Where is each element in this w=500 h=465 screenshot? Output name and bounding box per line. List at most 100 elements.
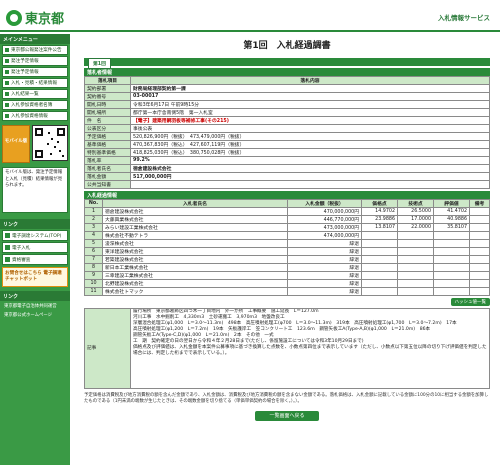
bid-cell: 473,000,000円: [287, 223, 362, 232]
summary-table: 落札項目 落札内容 契約部署 財務局経理部契約第一課 契約番号 03-00017 開札…: [84, 76, 490, 189]
mobile-button[interactable]: モバイル版: [2, 125, 30, 163]
bid-cell: 5: [84, 239, 103, 248]
logo-text: 東京都: [25, 12, 65, 27]
row-value: 事後公表: [130, 124, 490, 133]
tokyo-emblem-icon: [6, 9, 22, 26]
tab-round-1[interactable]: 第1回: [88, 58, 111, 69]
bid-cell: 辞退: [287, 255, 362, 264]
link-denshi-chotatsu[interactable]: 電子調達システム(TOP): [2, 230, 68, 241]
bid-cell: 東洋建設株式会社: [102, 247, 288, 256]
remarks-text: 履行場所 東京都葛飾区四つ木一丁目地内 外一か所 工事概要 施工延長 L＝127…: [130, 308, 490, 389]
bid-cell: [469, 255, 490, 264]
sidebar-item-shikaku[interactable]: 入札参加資格情報: [2, 111, 68, 121]
tokyo-logo[interactable]: 東京都: [6, 8, 64, 27]
bid-cell: 株式会社不動テトラ: [102, 231, 288, 240]
back-to-list-button[interactable]: 一覧画面へ戻る: [255, 411, 319, 421]
sidebar-bottom-title: リンク: [0, 291, 70, 301]
mobile-note: モバイル版は、発注予定情報と入札（見積）結果情報が見られます。: [2, 167, 68, 213]
bid-cell: [469, 287, 490, 296]
chatbot-banner[interactable]: お問合せはこちら 電子調達チャットボット: [2, 267, 68, 287]
bid-cell: [397, 279, 434, 288]
bid-cell: [397, 255, 434, 264]
row-value: 470,367,830円（税込） 427,607,119円（税抜）: [130, 140, 490, 149]
bid-cell: [469, 271, 490, 280]
link-tokyo-official[interactable]: 東京都公式ホームページ: [2, 311, 68, 319]
bid-cell: 徳倉建設株式会社: [102, 207, 288, 216]
link-shikaku-shinsa[interactable]: 資格審査: [2, 254, 68, 265]
table-row: 6 東洋建設株式会社 辞退: [84, 247, 490, 256]
link-kyodo-unei[interactable]: 東京都電子自治体共同運営: [2, 302, 68, 310]
bid-cell: [397, 239, 434, 248]
table-row: 7 若築建設株式会社 辞退: [84, 255, 490, 264]
bid-cell: 8: [84, 263, 103, 272]
bid-cell: 470,000,000円: [287, 207, 362, 216]
bid-cell: 14.9702: [361, 207, 398, 216]
row-label: 落札金額: [84, 172, 131, 181]
bid-cell: [433, 231, 470, 240]
bid-cell: [361, 279, 398, 288]
bids-col-note: 備考: [469, 199, 490, 208]
sidebar-item-meibo[interactable]: 入札参加資格者名簿: [2, 100, 68, 110]
bid-cell: 大藤興業株式会社: [102, 215, 288, 224]
sidebar-item-yotei[interactable]: 発注予定情報: [2, 56, 68, 66]
row-label: 開札日時: [84, 100, 131, 109]
mobile-section: モバイル版: [2, 125, 68, 163]
row-label: 落札者氏名: [84, 164, 131, 173]
main-content: 第1回 入札経過調書 第1回 落札者情報 落札項目 落札内容 契約部署 財務局経理部…: [84, 34, 490, 421]
bid-cell: 4: [84, 231, 103, 240]
row-label: 契約番号: [84, 92, 131, 101]
sidebar-item-kekka[interactable]: 入札・見積・結果情報: [2, 78, 68, 88]
row-value: 令和3年6月17日 午前9時15分: [130, 100, 490, 109]
bid-cell: [361, 231, 398, 240]
bid-cell: [361, 239, 398, 248]
row-label: 特別基準価格: [84, 148, 131, 157]
bid-cell: [433, 279, 470, 288]
bid-cell: [469, 207, 490, 216]
table-row: 9 三幸建設工業株式会社 辞退: [84, 271, 490, 280]
bid-cell: 474,000,000円: [287, 231, 362, 240]
bid-cell: [397, 287, 434, 296]
bid-cell: 株式会社トマック: [102, 287, 288, 296]
bid-cell: 10: [84, 279, 103, 288]
row-value: 都庁第一本庁舎南側5階 第一入札室: [130, 108, 490, 117]
bid-cell: [433, 263, 470, 272]
link-denshi-nyusatsu[interactable]: 電子入札: [2, 242, 68, 253]
bid-cell: [469, 215, 490, 224]
row-label: 件 名: [84, 116, 131, 125]
bids-table: No. 入札者氏名 入札金額（税抜） 価格点 技術点 評価値 備考 1 徳倉建設株…: [84, 199, 490, 296]
table-row: 1 徳倉建設株式会社 470,000,000円 14.9702 26.5000 41.47…: [84, 207, 490, 216]
table-row: 3 みらい建設工業株式会社 473,000,000円 13.8107 22.0000 35…: [84, 223, 490, 232]
bids-col-no: No.: [84, 199, 103, 208]
row-label: 予定価格: [84, 132, 131, 141]
bid-cell: [433, 271, 470, 280]
bids-col-tech-score: 技術点: [397, 199, 434, 208]
table-row: 4 株式会社不動テトラ 474,000,000円: [84, 231, 490, 240]
table-row: 8 新日本工業株式会社 辞退: [84, 263, 490, 272]
sidebar-item-kekka-list[interactable]: 入札結果一覧: [2, 89, 68, 99]
summary-col-item: 落札項目: [84, 76, 131, 85]
bids-section-title: 入札経過情報: [84, 191, 490, 199]
bid-cell: 17.0000: [397, 215, 434, 224]
bid-cell: 9: [84, 271, 103, 280]
bid-cell: 三幸建設工業株式会社: [102, 271, 288, 280]
bid-cell: 11: [84, 287, 103, 296]
row-value: 【電子】建築用鋼羽板等補修工事(その215): [130, 116, 490, 125]
sidebar-item-koho[interactable]: 東京都公報発注案件公告: [2, 45, 68, 55]
hash-list-button[interactable]: ハッシュ値一覧: [450, 298, 490, 306]
bid-cell: 40.9886: [433, 215, 470, 224]
bid-cell: 13.8107: [361, 223, 398, 232]
bid-cell: [469, 263, 490, 272]
remarks-table: 記事 履行場所 東京都葛飾区四つ木一丁目地内 外一か所 工事概要 施工延長 L＝…: [84, 308, 490, 389]
bid-cell: [469, 247, 490, 256]
summary-col-content: 落札内容: [130, 76, 490, 85]
bid-cell: [397, 263, 434, 272]
bids-col-eval: 評価値: [433, 199, 470, 208]
sidebar-item-yotei-2[interactable]: 発注予定情報: [2, 67, 68, 77]
qr-code-icon: [32, 125, 68, 161]
round-tab-bar: 第1回: [84, 58, 490, 69]
bid-cell: 辞退: [287, 247, 362, 256]
bid-cell: [361, 271, 398, 280]
bid-cell: [397, 271, 434, 280]
bid-cell: 446,770,000円: [287, 215, 362, 224]
bid-rows: 1 徳倉建設株式会社 470,000,000円 14.9702 26.5000 41.47…: [84, 207, 490, 296]
